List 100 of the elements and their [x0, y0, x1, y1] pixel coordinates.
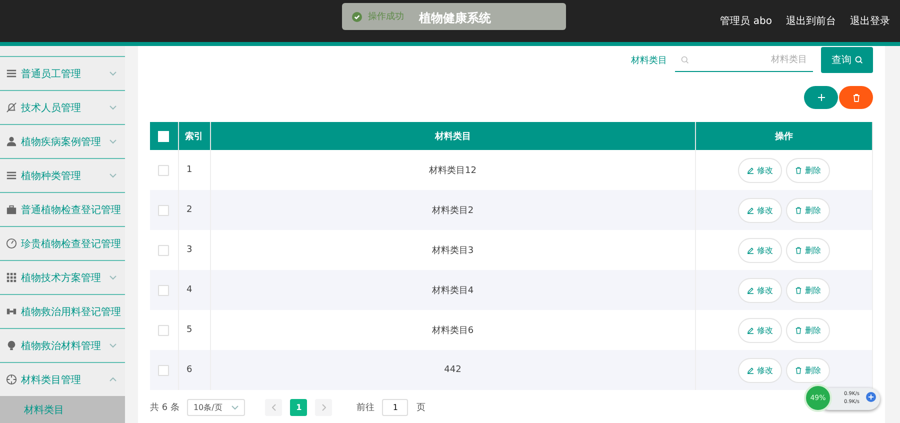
sidebar-item[interactable]: 植物技术方案管理: [0, 260, 125, 294]
pencil-icon: [747, 206, 754, 214]
index-cell: 5: [186, 325, 192, 335]
plus-circle-icon: [866, 392, 876, 402]
trash-icon: [795, 166, 802, 174]
sidebar-item[interactable]: 普通员工管理: [0, 56, 125, 90]
category-cell: 材料类目3: [432, 246, 474, 256]
chevron-icon: [231, 404, 240, 410]
pencil-icon: [747, 246, 754, 254]
pencil-icon: [747, 286, 754, 294]
nav-link[interactable]: 退出到前台: [786, 14, 836, 28]
next-page-button[interactable]: [315, 398, 332, 416]
check-circle-icon: [352, 12, 362, 22]
pencil-icon: [747, 326, 754, 334]
search-icon: [681, 56, 689, 64]
chevron-icon: [109, 343, 117, 348]
delete-row-button[interactable]: 删除: [786, 158, 830, 182]
page-suffix: 页: [416, 402, 426, 414]
sidebar-item[interactable]: 普通植物检查登记管理: [0, 192, 125, 226]
category-cell: 材料类目12: [429, 166, 476, 176]
edit-button[interactable]: 修改: [738, 198, 782, 222]
delete-button[interactable]: [839, 86, 873, 109]
page-size-select[interactable]: 10条/页: [187, 398, 246, 416]
ticket-icon: [6, 306, 17, 317]
edit-button[interactable]: 修改: [738, 158, 782, 182]
aperture-icon: [6, 374, 17, 385]
toast-message: 操作成功: [368, 10, 404, 23]
trash-icon: [795, 326, 802, 334]
trash-icon: [795, 286, 802, 294]
bell-off-icon: [6, 102, 17, 113]
index-cell: 6: [186, 365, 192, 375]
pencil-icon: [747, 166, 754, 174]
chevron-icon: [109, 173, 117, 178]
delete-row-button[interactable]: 删除: [786, 198, 830, 222]
delete-row-button[interactable]: 删除: [786, 238, 830, 262]
grid-icon: [6, 272, 17, 283]
sidebar-item[interactable]: 珍贵植物检查登记管理: [0, 226, 125, 260]
row-checkbox[interactable]: [158, 244, 170, 256]
dial-icon: [6, 238, 17, 249]
sidebar-subitem[interactable]: 材料类目: [0, 396, 125, 423]
select-all-checkbox[interactable]: [158, 130, 170, 142]
trash-icon: [795, 246, 802, 254]
goto-label: 前往: [356, 402, 374, 414]
search-icon: [854, 56, 862, 64]
chevron-icon: [109, 377, 117, 382]
chevron-icon: [109, 105, 117, 110]
app-title: 植物健康系统: [419, 10, 491, 27]
row-checkbox[interactable]: [158, 284, 170, 296]
column-header: 操作: [775, 132, 793, 142]
search-label: 材料类目: [631, 54, 667, 66]
trash-icon: [795, 206, 802, 214]
total-count: 共 6 条: [150, 402, 180, 414]
search-field[interactable]: 材料类目: [675, 48, 813, 72]
row-checkbox[interactable]: [158, 204, 170, 216]
search-button[interactable]: 查询: [821, 47, 873, 73]
index-cell: 1: [186, 165, 192, 175]
pencil-icon: [747, 366, 754, 374]
briefcase-icon: [6, 204, 17, 215]
sidebar-item[interactable]: 植物种类管理: [0, 158, 125, 192]
chevron-left-icon: [272, 404, 276, 410]
chevron-icon: [109, 139, 117, 144]
user-icon: [6, 136, 17, 147]
chevron-icon: [109, 275, 117, 280]
category-cell: 材料类目6: [432, 326, 474, 336]
index-cell: 3: [186, 245, 192, 255]
category-cell: 442: [444, 365, 462, 375]
sidebar-item[interactable]: 植物救治材料管理: [0, 328, 125, 362]
sidebar-item[interactable]: 技术人员管理: [0, 90, 125, 124]
list-icon: [6, 68, 17, 79]
edit-button[interactable]: 修改: [738, 278, 782, 302]
row-checkbox[interactable]: [158, 164, 170, 176]
goto-page-field[interactable]: 1: [382, 398, 408, 416]
delete-row-button[interactable]: 删除: [786, 318, 830, 342]
plus-icon: [818, 94, 824, 101]
list-icon: [6, 170, 17, 181]
delete-row-button[interactable]: 删除: [786, 278, 830, 302]
column-header: 材料类目: [434, 132, 471, 142]
column-header: 索引: [185, 132, 203, 142]
sidebar-item[interactable]: 植物疾病案例管理: [0, 124, 125, 158]
trash-icon: [852, 94, 860, 102]
bulb-icon: [6, 340, 17, 351]
row-checkbox[interactable]: [158, 364, 170, 376]
trash-icon: [795, 366, 802, 374]
nav-link[interactable]: 退出登录: [850, 14, 890, 28]
edit-button[interactable]: 修改: [738, 238, 782, 262]
edit-button[interactable]: 修改: [738, 318, 782, 342]
user-name: 管理员 abo: [720, 15, 772, 28]
page-button[interactable]: 1: [290, 398, 308, 416]
index-cell: 4: [186, 285, 192, 295]
chevron-right-icon: [322, 404, 326, 410]
edit-button[interactable]: 修改: [738, 358, 782, 382]
category-cell: 材料类目2: [432, 206, 474, 216]
add-button[interactable]: [804, 86, 838, 109]
previous-page-button[interactable]: [265, 398, 282, 416]
index-cell: 2: [186, 205, 192, 215]
row-checkbox[interactable]: [158, 324, 170, 336]
chevron-icon: [109, 71, 117, 76]
delete-row-button[interactable]: 删除: [786, 358, 830, 382]
sidebar-item[interactable]: 植物救治用料登记管理: [0, 294, 125, 328]
category-cell: 材料类目4: [432, 286, 474, 296]
